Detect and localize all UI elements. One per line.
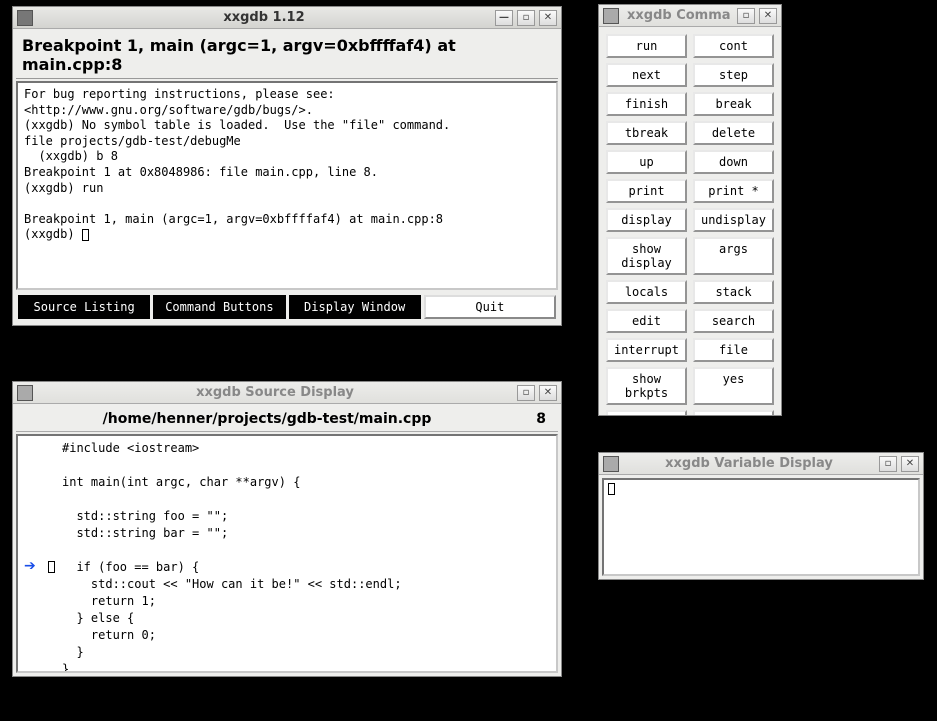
- display-window-button[interactable]: Display Window: [289, 295, 421, 319]
- maximize-button[interactable]: ▫: [737, 8, 755, 24]
- cmd-args-button[interactable]: args: [693, 237, 774, 275]
- xxgdb-main-window: xxgdb 1.12 — ▫ ✕ Breakpoint 1, main (arg…: [12, 6, 562, 326]
- cmd-interrupt-button[interactable]: interrupt: [606, 338, 687, 362]
- cmd-print--button[interactable]: print *: [693, 179, 774, 203]
- cmd-file-button[interactable]: file: [693, 338, 774, 362]
- source-code-area[interactable]: ➔ #include <iostream> int main(int argc,…: [16, 434, 558, 673]
- gdb-console[interactable]: For bug reporting instructions, please s…: [16, 81, 558, 290]
- breakpoint-header: Breakpoint 1, main (argc=1, argv=0xbffff…: [16, 32, 558, 79]
- cmd-break-button[interactable]: break: [693, 92, 774, 116]
- source-gutter: ➔: [18, 436, 50, 671]
- cmd-run-button[interactable]: run: [606, 34, 687, 58]
- close-button[interactable]: ✕: [539, 385, 557, 401]
- console-cursor: [82, 229, 89, 241]
- variable-display-area[interactable]: [602, 478, 920, 576]
- cmd-show-display-button[interactable]: show display: [606, 237, 687, 275]
- source-current-line: 8: [512, 411, 552, 427]
- command-title: xxgdb Comma: [623, 8, 733, 23]
- cmd-edit-button[interactable]: edit: [606, 309, 687, 333]
- cmd-step-button[interactable]: step: [693, 63, 774, 87]
- xxgdb-command-window: xxgdb Comma ▫ ✕ runcontnextstepfinishbre…: [598, 4, 782, 416]
- cmd-stack-button[interactable]: stack: [693, 280, 774, 304]
- variable-title: xxgdb Variable Display: [623, 456, 875, 471]
- source-cursor: [48, 561, 55, 573]
- command-buttons-button[interactable]: Command Buttons: [153, 295, 285, 319]
- cmd-undisplay-button[interactable]: undisplay: [693, 208, 774, 232]
- close-button[interactable]: ✕: [539, 10, 557, 26]
- bottom-button-bar: Source Listing Command Buttons Display W…: [16, 292, 558, 322]
- cmd-display-button[interactable]: display: [606, 208, 687, 232]
- cmd-finish-button[interactable]: finish: [606, 92, 687, 116]
- cmd-yes-button[interactable]: yes: [693, 367, 774, 405]
- app-icon: [603, 8, 619, 24]
- cmd-up-button[interactable]: up: [606, 150, 687, 174]
- main-titlebar: xxgdb 1.12 — ▫ ✕: [13, 7, 561, 29]
- maximize-button[interactable]: ▫: [517, 10, 535, 26]
- cmd-locals-button[interactable]: locals: [606, 280, 687, 304]
- source-titlebar: xxgdb Source Display ▫ ✕: [13, 382, 561, 404]
- source-path: /home/henner/projects/gdb-test/main.cpp: [22, 411, 512, 427]
- close-button[interactable]: ✕: [901, 456, 919, 472]
- maximize-button[interactable]: ▫: [517, 385, 535, 401]
- minimize-button[interactable]: —: [495, 10, 513, 26]
- cmd-cont-button[interactable]: cont: [693, 34, 774, 58]
- main-title: xxgdb 1.12: [37, 10, 491, 25]
- cmd-print-button[interactable]: print: [606, 179, 687, 203]
- cmd-next-button[interactable]: next: [606, 63, 687, 87]
- source-header: /home/henner/projects/gdb-test/main.cpp …: [16, 407, 558, 432]
- xxgdb-source-window: xxgdb Source Display ▫ ✕ /home/henner/pr…: [12, 381, 562, 677]
- variable-titlebar: xxgdb Variable Display ▫ ✕: [599, 453, 923, 475]
- close-button[interactable]: ✕: [759, 8, 777, 24]
- cmd-no-button[interactable]: no: [606, 410, 687, 415]
- cmd-quit-button[interactable]: quit: [693, 410, 774, 415]
- app-icon: [17, 385, 33, 401]
- quit-button[interactable]: Quit: [424, 295, 556, 319]
- maximize-button[interactable]: ▫: [879, 456, 897, 472]
- source-listing-button[interactable]: Source Listing: [18, 295, 150, 319]
- source-code-text: #include <iostream> int main(int argc, c…: [62, 440, 552, 673]
- app-icon: [603, 456, 619, 472]
- xxgdb-variable-window: xxgdb Variable Display ▫ ✕: [598, 452, 924, 580]
- command-grid: runcontnextstepfinishbreaktbreakdeleteup…: [602, 30, 778, 415]
- cmd-tbreak-button[interactable]: tbreak: [606, 121, 687, 145]
- command-titlebar: xxgdb Comma ▫ ✕: [599, 5, 781, 27]
- variable-cursor: [608, 483, 615, 495]
- app-icon: [17, 10, 33, 26]
- source-title: xxgdb Source Display: [37, 385, 513, 400]
- cmd-search-button[interactable]: search: [693, 309, 774, 333]
- cmd-show-brkpts-button[interactable]: show brkpts: [606, 367, 687, 405]
- cmd-down-button[interactable]: down: [693, 150, 774, 174]
- cmd-delete-button[interactable]: delete: [693, 121, 774, 145]
- current-line-arrow-icon: ➔: [24, 558, 36, 574]
